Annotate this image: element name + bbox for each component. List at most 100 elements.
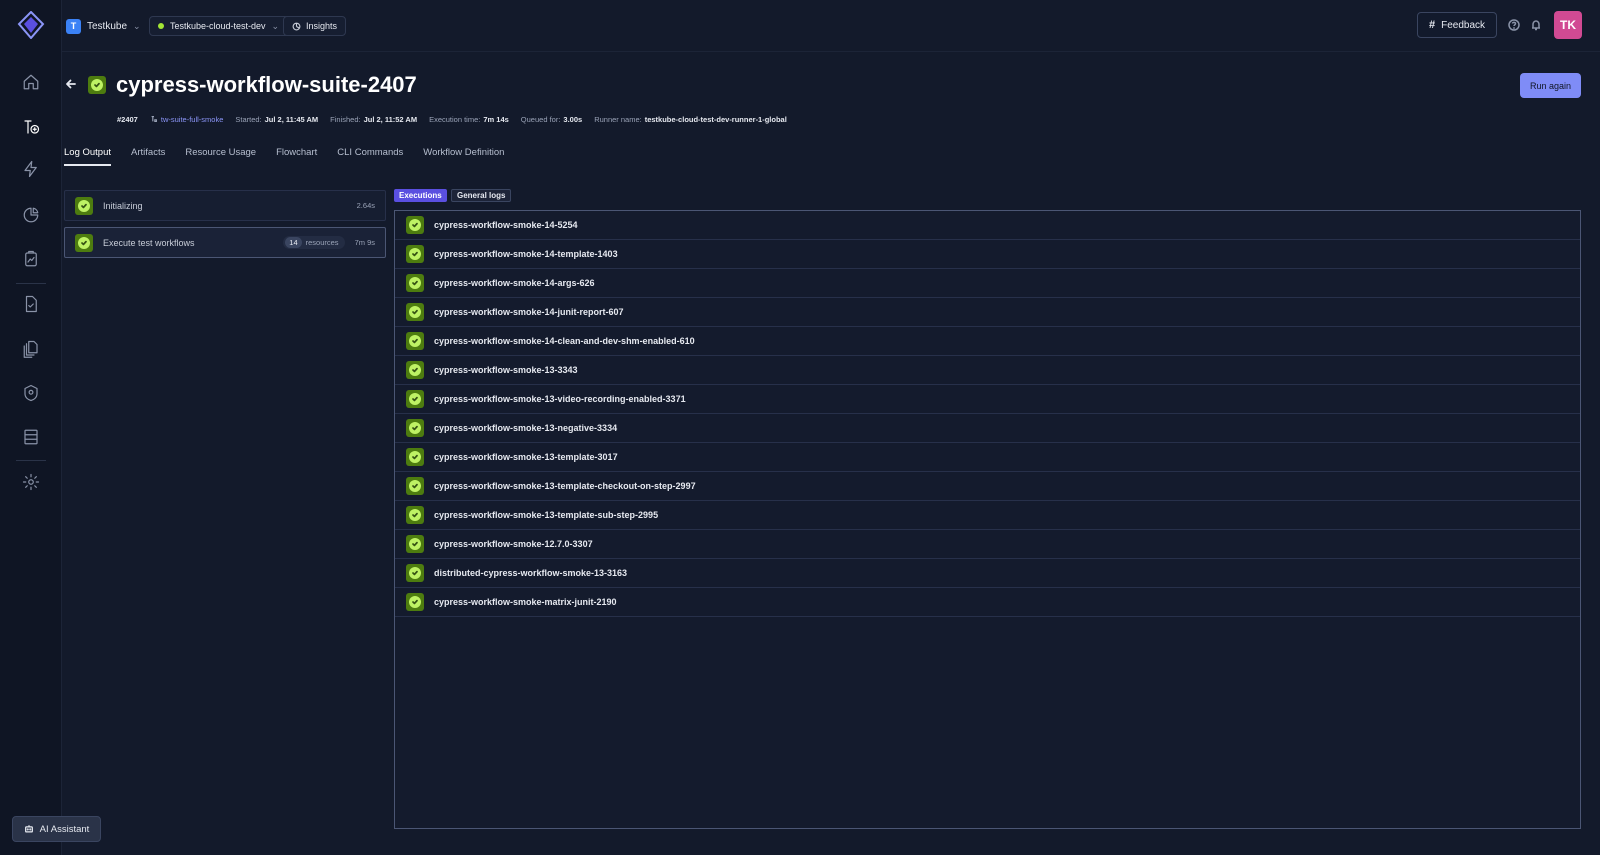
- tab-flowchart[interactable]: Flowchart: [276, 147, 317, 169]
- execution-name: cypress-workflow-smoke-13-negative-3334: [434, 423, 618, 433]
- execution-row[interactable]: cypress-workflow-smoke-13-3343: [395, 356, 1580, 385]
- user-avatar[interactable]: TK: [1554, 11, 1582, 39]
- tab-resource-usage[interactable]: Resource Usage: [185, 147, 256, 169]
- success-status-icon: [406, 303, 424, 321]
- step-execute-test-workflows[interactable]: Execute test workflows 14 resources 7m 9…: [64, 227, 386, 258]
- success-status-icon: [406, 216, 424, 234]
- success-status-icon: [406, 245, 424, 263]
- sidebar-divider: [16, 283, 46, 284]
- test-workflows-icon[interactable]: [19, 115, 43, 139]
- success-status-icon: [406, 477, 424, 495]
- slack-icon: #: [1428, 19, 1436, 31]
- tab-workflow-definition[interactable]: Workflow Definition: [423, 147, 504, 169]
- execution-row[interactable]: cypress-workflow-smoke-14-clean-and-dev-…: [395, 327, 1580, 356]
- started-value: Jul 2, 11:45 AM: [264, 114, 319, 124]
- finished-label: Finished:: [330, 114, 361, 124]
- workflow-icon: [151, 116, 157, 122]
- success-status-icon: [406, 506, 424, 524]
- execution-row[interactable]: cypress-workflow-smoke-13-negative-3334: [395, 414, 1580, 443]
- org-selector[interactable]: T Testkube ⌄: [66, 17, 141, 35]
- queued-value: 3.00s: [563, 114, 583, 124]
- success-status-icon: [75, 196, 93, 215]
- execution-name: cypress-workflow-smoke-14-junit-report-6…: [434, 307, 624, 317]
- bell-icon[interactable]: [1530, 19, 1542, 31]
- ai-assistant-button[interactable]: AI Assistant: [12, 816, 101, 842]
- help-icon[interactable]: [1508, 19, 1520, 31]
- execution-name: cypress-workflow-smoke-13-video-recordin…: [434, 394, 686, 404]
- execution-row[interactable]: cypress-workflow-smoke-matrix-junit-2190: [395, 588, 1580, 617]
- test-suites-icon[interactable]: [19, 337, 43, 361]
- finished-value: Jul 2, 11:52 AM: [363, 114, 418, 124]
- execution-row[interactable]: cypress-workflow-smoke-14-template-1403: [395, 240, 1580, 269]
- execution-meta: #2407 tw-suite-full-smoke Started: Jul 2,…: [117, 113, 799, 125]
- execution-name: cypress-workflow-smoke-14-5254: [434, 220, 578, 230]
- step-initializing[interactable]: Initializing 2.64s: [64, 190, 386, 221]
- tab-cli-commands[interactable]: CLI Commands: [337, 147, 403, 169]
- execution-row[interactable]: distributed-cypress-workflow-smoke-13-31…: [395, 559, 1580, 588]
- success-status-icon: [406, 332, 424, 350]
- environment-status-dot: [158, 23, 164, 29]
- environment-name: Testkube-cloud-test-dev: [170, 21, 266, 31]
- tab-artifacts[interactable]: Artifacts: [131, 147, 165, 169]
- execution-row[interactable]: cypress-workflow-smoke-14-5254: [395, 211, 1580, 240]
- page-title: cypress-workflow-suite-2407: [116, 72, 417, 97]
- workflow-link[interactable]: tw-suite-full-smoke: [150, 115, 223, 124]
- test-file-icon[interactable]: [19, 292, 43, 316]
- execution-row[interactable]: cypress-workflow-smoke-14-junit-report-6…: [395, 298, 1580, 327]
- org-name: Testkube: [87, 20, 128, 32]
- resources-label: resources: [305, 238, 339, 247]
- gear-icon[interactable]: [19, 470, 43, 494]
- execution-name: cypress-workflow-smoke-12.7.0-3307: [434, 539, 593, 549]
- insights-button[interactable]: Insights: [283, 16, 347, 36]
- started-label: Started:: [235, 114, 262, 124]
- robot-icon: [24, 825, 33, 833]
- ai-assistant-label: AI Assistant: [39, 823, 90, 835]
- execution-time-value: 7m 14s: [483, 114, 509, 124]
- resources-count: 14: [285, 237, 302, 248]
- feedback-button[interactable]: # Feedback: [1417, 12, 1497, 38]
- shield-icon[interactable]: [19, 381, 43, 405]
- execution-name: cypress-workflow-smoke-13-template-sub-s…: [434, 510, 659, 520]
- execution-row[interactable]: cypress-workflow-smoke-13-video-recordin…: [395, 385, 1580, 414]
- home-icon[interactable]: [19, 70, 43, 94]
- insights-icon: [292, 22, 301, 30]
- tab-log-output[interactable]: Log Output: [64, 147, 112, 169]
- execution-name: cypress-workflow-smoke-matrix-junit-2190: [434, 597, 617, 607]
- tab-bar: Log Output Artifacts Resource Usage Flow…: [64, 147, 524, 169]
- back-arrow-icon[interactable]: [65, 78, 77, 90]
- execution-row[interactable]: cypress-workflow-smoke-14-args-626: [395, 269, 1580, 298]
- chevron-down-icon: ⌄: [133, 20, 141, 31]
- clipboard-chart-icon[interactable]: [19, 247, 43, 271]
- environment-selector[interactable]: Testkube-cloud-test-dev ⌄: [149, 16, 291, 36]
- execution-name: cypress-workflow-smoke-14-args-626: [434, 278, 595, 288]
- general-logs-toggle[interactable]: General logs: [451, 189, 512, 202]
- execution-name: distributed-cypress-workflow-smoke-13-31…: [434, 568, 628, 578]
- execution-name: cypress-workflow-smoke-14-clean-and-dev-…: [434, 336, 695, 346]
- execution-row[interactable]: cypress-workflow-smoke-13-template-check…: [395, 472, 1580, 501]
- testkube-logo-icon[interactable]: [17, 10, 45, 40]
- sidebar-divider: [16, 460, 46, 461]
- execution-name: cypress-workflow-smoke-13-template-3017: [434, 452, 618, 462]
- success-status-icon: [406, 593, 424, 611]
- success-status-icon: [88, 76, 106, 94]
- step-time: 2.64s: [356, 201, 375, 210]
- execution-time-label: Execution time:: [429, 114, 481, 124]
- success-status-icon: [406, 274, 424, 292]
- execution-number: #2407: [117, 114, 138, 124]
- step-name: Initializing: [103, 200, 143, 211]
- top-bar: T Testkube ⌄ Testkube-cloud-test-dev ⌄ I…: [62, 0, 1600, 52]
- execution-row[interactable]: cypress-workflow-smoke-13-template-sub-s…: [395, 501, 1580, 530]
- success-status-icon: [406, 419, 424, 437]
- execution-row[interactable]: cypress-workflow-smoke-13-template-3017: [395, 443, 1580, 472]
- feedback-label: Feedback: [1441, 19, 1486, 31]
- pie-chart-icon[interactable]: [19, 203, 43, 227]
- run-again-button[interactable]: Run again: [1520, 73, 1581, 98]
- execution-row[interactable]: cypress-workflow-smoke-12.7.0-3307: [395, 530, 1580, 559]
- success-status-icon: [406, 564, 424, 582]
- table-icon[interactable]: [19, 425, 43, 449]
- step-name: Execute test workflows: [103, 237, 195, 248]
- chevron-down-icon: ⌄: [271, 20, 280, 31]
- executions-toggle[interactable]: Executions: [394, 189, 447, 202]
- runner-value: testkube-cloud-test-dev-runner-1-global: [644, 114, 787, 124]
- lightning-icon[interactable]: [19, 157, 43, 181]
